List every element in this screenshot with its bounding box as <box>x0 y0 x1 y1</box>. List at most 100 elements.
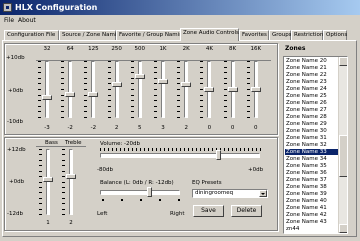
eq-tick-marks <box>84 61 88 118</box>
zone-list-item[interactable]: Zone Name 33 <box>285 149 339 155</box>
balance-track[interactable] <box>100 190 180 195</box>
tab-restrictions[interactable]: Restrictions <box>291 30 326 40</box>
volume-tick <box>124 148 125 151</box>
eq-slider-track[interactable] <box>184 61 189 118</box>
tab-favorite-group-naming[interactable]: Favorite / Group Naming <box>116 30 186 40</box>
save-button[interactable]: Save <box>193 205 224 217</box>
eq-slider-track[interactable] <box>114 61 119 118</box>
volume-track[interactable] <box>100 153 260 158</box>
tab-favorites[interactable]: Favorites <box>239 30 269 40</box>
eq-band-value: 2 <box>114 125 119 131</box>
volume-tick <box>116 148 117 151</box>
volume-tick <box>224 148 225 151</box>
eq-band-label: 2K <box>182 46 190 52</box>
eq-band-label: 125 <box>88 46 99 52</box>
zone-list-item[interactable]: zn44 <box>285 226 339 232</box>
zone-list-item[interactable]: Zone Name 34 <box>285 156 339 162</box>
eq-slider-track[interactable] <box>137 61 142 118</box>
scroll-down-button[interactable] <box>339 224 347 233</box>
tab-configuration-file[interactable]: Configuration File <box>4 30 59 40</box>
scroll-thumb[interactable] <box>339 135 347 177</box>
eq-presets-value: diningroomeq <box>195 190 234 196</box>
zone-list-item[interactable]: Zone Name 29 <box>285 121 339 127</box>
zone-list-item[interactable]: Zone Name 22 <box>285 72 339 78</box>
zone-list-item[interactable]: Zone Name 20 <box>285 58 339 64</box>
zone-list-item[interactable]: Zone Name 31 <box>285 135 339 141</box>
app-window: HLX Configuration File About Configurati… <box>0 0 360 241</box>
eq-slider-track[interactable] <box>91 61 96 118</box>
tab-source-zone-naming[interactable]: Source / Zone Naming <box>59 30 123 40</box>
zone-list-item[interactable]: Zone Name 21 <box>285 65 339 71</box>
volume-tick <box>144 148 145 151</box>
volume-tick <box>168 148 169 151</box>
eq-slider-thumb[interactable] <box>42 94 52 100</box>
zone-list-item[interactable]: Zone Name 36 <box>285 170 339 176</box>
zone-list-item[interactable]: Zone Name 35 <box>285 163 339 169</box>
chevron-down-icon[interactable] <box>259 190 267 197</box>
zone-list-item[interactable]: Zone Name 24 <box>285 86 339 92</box>
zone-list-item[interactable]: Zone Name 40 <box>285 198 339 204</box>
eq-slider-thumb[interactable] <box>204 87 215 92</box>
eq-slider-thumb[interactable] <box>111 81 122 87</box>
zone-list-item[interactable]: Zone Name 38 <box>285 184 339 190</box>
eq-slider-thumb[interactable] <box>88 92 99 98</box>
scroll-up-button[interactable] <box>339 57 347 66</box>
zone-list-item[interactable]: Zone Name 43 <box>285 219 339 225</box>
bass-value: 1 <box>46 220 50 226</box>
eq-slider-thumb[interactable] <box>250 87 261 92</box>
volume-tick <box>160 148 161 151</box>
bass-slider-track[interactable] <box>46 149 50 215</box>
eq-tick-marks <box>246 61 250 118</box>
eq-slider-thumb[interactable] <box>181 81 192 87</box>
eq-slider-track[interactable] <box>68 61 73 118</box>
treble-slider-track[interactable] <box>69 149 73 215</box>
zone-list-item[interactable]: Zone Name 42 <box>285 212 339 218</box>
eq-presets-select[interactable]: diningroomeq <box>192 189 268 198</box>
volume-tick <box>128 148 129 151</box>
eq-presets-label: EQ Presets <box>192 180 222 186</box>
zone-list-item[interactable]: Zone Name 25 <box>285 93 339 99</box>
eq-slider-thumb[interactable] <box>134 74 145 79</box>
bass-slider-thumb[interactable] <box>43 176 53 182</box>
zone-scrollbar[interactable] <box>338 57 347 233</box>
eq-slider-thumb[interactable] <box>65 92 76 98</box>
eq-slider-track[interactable] <box>161 61 165 118</box>
eq-tick-marks <box>223 61 227 118</box>
volume-tick <box>212 148 213 151</box>
tab-options[interactable]: Options <box>323 30 347 40</box>
tab-groups[interactable]: Groups <box>269 30 292 40</box>
balance-thumb[interactable] <box>146 187 152 197</box>
zone-list-item[interactable]: Zone Name 27 <box>285 107 339 113</box>
zones-label: Zones <box>285 45 306 52</box>
zone-list-item[interactable]: Zone Name 41 <box>285 205 339 211</box>
eq-scale-bottom: -10db <box>7 119 23 125</box>
zone-list-item[interactable]: Zone Name 23 <box>285 79 339 85</box>
eq-tick-marks <box>177 61 181 118</box>
treble-slider-thumb[interactable] <box>66 174 76 180</box>
volume-tick <box>164 148 165 151</box>
volume-thumb[interactable] <box>216 150 222 160</box>
volume-tick <box>176 148 177 151</box>
delete-button[interactable]: Delete <box>231 205 262 217</box>
eq-slider-track[interactable] <box>45 61 49 118</box>
zone-list-item[interactable]: Zone Name 37 <box>285 177 339 183</box>
volume-tick <box>172 148 173 151</box>
eq-tick-marks <box>107 61 111 118</box>
zone-list-item[interactable]: Zone Name 26 <box>285 100 339 106</box>
zone-list-item[interactable]: Zone Name 30 <box>285 128 339 134</box>
volume-tick <box>120 148 121 151</box>
bass-scale-mid: +0db <box>9 179 25 185</box>
title-bar[interactable]: HLX Configuration <box>0 0 360 15</box>
zone-list[interactable]: Zone Name 20 Zone Name 21 Zone Name 22 Zone… <box>283 56 348 234</box>
eq-slider-thumb[interactable] <box>158 79 168 85</box>
eq-slider-thumb[interactable] <box>227 87 238 92</box>
zone-list-item[interactable]: Zone Name 39 <box>285 191 339 197</box>
eq-scale-mid: +0db <box>8 88 24 94</box>
menu-file[interactable]: File <box>4 17 14 24</box>
eq-band-value: 0 <box>207 125 212 131</box>
tab-zone-audio-controls[interactable]: Zone Audio Controls <box>180 28 239 41</box>
bass-tick-marks <box>39 149 42 215</box>
zone-list-item[interactable]: Zone Name 32 <box>285 142 339 148</box>
menu-about[interactable]: About <box>18 17 36 24</box>
zone-list-item[interactable]: Zone Name 28 <box>285 114 339 120</box>
